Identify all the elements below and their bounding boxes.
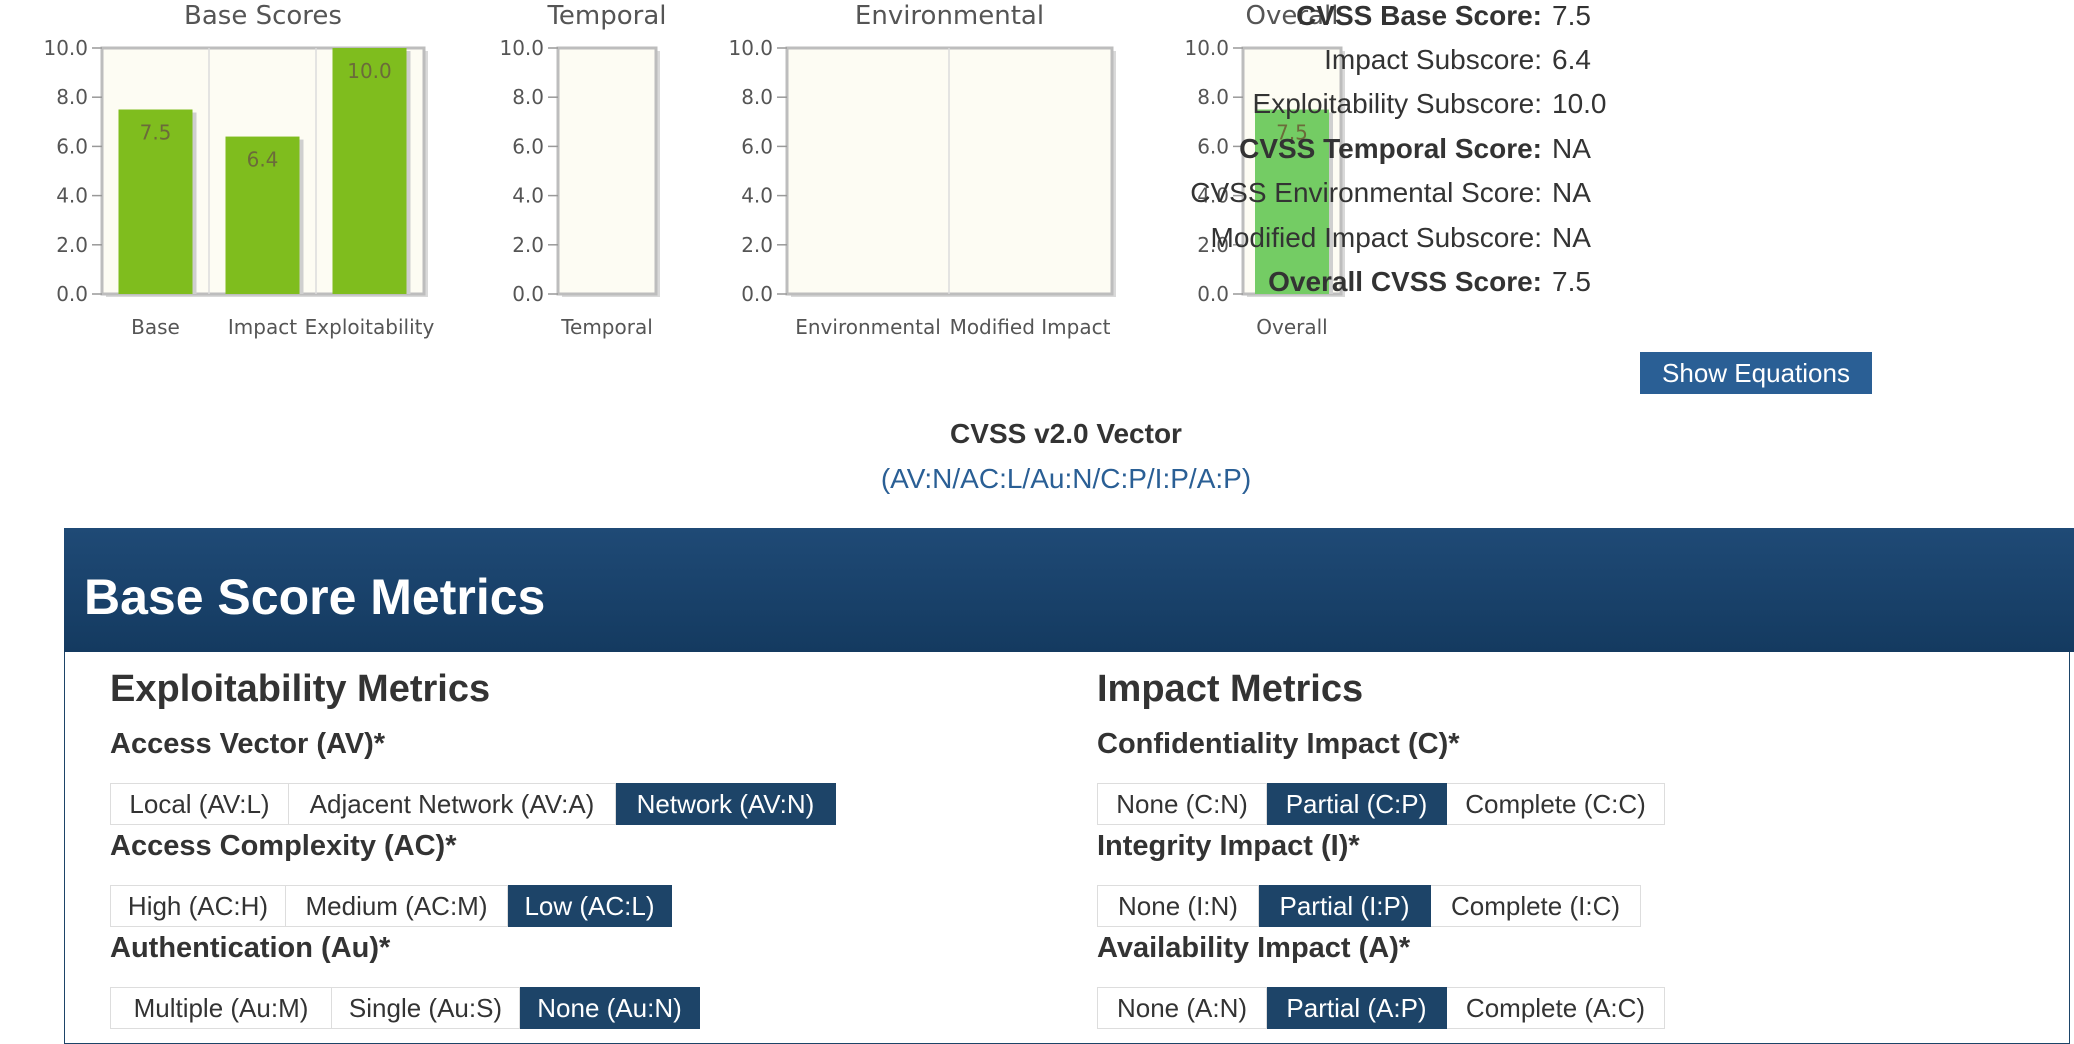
- score-value: NA: [1552, 133, 1591, 164]
- access-vector-options: Local (AV:L) Adjacent Network (AV:A) Net…: [110, 783, 836, 825]
- confidentiality-impact-options: None (C:N) Partial (C:P) Complete (C:C): [1097, 783, 1665, 825]
- metrics-panel-header: Base Score Metrics: [64, 528, 2074, 652]
- exploitability-metrics-title: Exploitability Metrics: [110, 668, 491, 710]
- option-i-complete[interactable]: Complete (I:C): [1431, 885, 1641, 927]
- category-label: Temporal: [560, 315, 653, 339]
- category-label: Base: [131, 315, 180, 339]
- category-label: Impact: [228, 315, 297, 339]
- y-tick-label: 2.0: [741, 233, 773, 257]
- score-row-impact: Impact Subscore: 6.4: [1324, 44, 1850, 84]
- option-av-network[interactable]: Network (AV:N): [616, 783, 836, 825]
- availability-impact-options: None (A:N) Partial (A:P) Complete (A:C): [1097, 987, 1665, 1029]
- access-complexity-options: High (AC:H) Medium (AC:M) Low (AC:L): [110, 885, 672, 927]
- y-tick-label: 2.0: [56, 233, 88, 257]
- option-av-local[interactable]: Local (AV:L): [110, 783, 289, 825]
- y-tick-label: 8.0: [56, 85, 88, 109]
- option-av-adjacent[interactable]: Adjacent Network (AV:A): [289, 783, 616, 825]
- option-c-complete[interactable]: Complete (C:C): [1447, 783, 1665, 825]
- y-tick-label: 2.0: [512, 233, 544, 257]
- score-row-temporal: CVSS Temporal Score: NA: [1239, 133, 1850, 173]
- category-label: Modified Impact: [950, 315, 1111, 339]
- option-a-none[interactable]: None (A:N): [1097, 987, 1267, 1029]
- bar-value-label: 7.5: [140, 121, 172, 145]
- y-tick-label: 4.0: [741, 184, 773, 208]
- score-row-base: CVSS Base Score: 7.5: [1296, 0, 1850, 40]
- y-tick-label: 4.0: [56, 184, 88, 208]
- show-equations-button[interactable]: Show Equations: [1640, 352, 1872, 394]
- chart-1: Base Scores 0.0 2.0 4.0 6.0 8.0 10.0 7.5 Base 6.4…: [43, 1, 434, 339]
- y-tick-label: 6.0: [741, 134, 773, 158]
- option-ac-low[interactable]: Low (AC:L): [508, 885, 672, 927]
- option-a-complete[interactable]: Complete (A:C): [1447, 987, 1665, 1029]
- integrity-impact-title: Integrity Impact (I)*: [1097, 830, 1360, 862]
- y-tick-label: 8.0: [741, 85, 773, 109]
- score-label: Overall CVSS Score:: [1268, 266, 1542, 297]
- score-value: 6.4: [1552, 44, 1591, 75]
- category-label: Overall: [1256, 315, 1327, 339]
- option-i-partial[interactable]: Partial (I:P): [1259, 885, 1431, 927]
- score-value: 10.0: [1552, 88, 1607, 119]
- score-value: 7.5: [1552, 266, 1591, 297]
- score-label: CVSS Temporal Score:: [1239, 133, 1542, 164]
- availability-impact-title: Availability Impact (A)*: [1097, 932, 1411, 964]
- option-a-partial[interactable]: Partial (A:P): [1267, 987, 1447, 1029]
- authentication-title: Authentication (Au)*: [110, 932, 391, 964]
- y-tick-label: 10.0: [728, 36, 773, 60]
- score-label: CVSS Environmental Score:: [1190, 177, 1542, 208]
- bar-value-label: 6.4: [247, 148, 279, 172]
- chart-title: Temporal: [546, 1, 666, 31]
- y-tick-label: 4.0: [512, 184, 544, 208]
- score-value: 7.5: [1552, 0, 1591, 31]
- chart-title: Environmental: [855, 1, 1044, 31]
- score-row-overall: Overall CVSS Score: 7.5: [1268, 266, 1850, 306]
- option-c-partial[interactable]: Partial (C:P): [1267, 783, 1447, 825]
- access-vector-title: Access Vector (AV)*: [110, 728, 386, 760]
- score-value: NA: [1552, 222, 1591, 253]
- y-tick-label: 10.0: [499, 36, 544, 60]
- y-tick-label: 0.0: [1197, 282, 1229, 306]
- y-tick-label: 0.0: [512, 282, 544, 306]
- score-row-exploitability: Exploitability Subscore: 10.0: [1253, 88, 1850, 128]
- score-label: CVSS Base Score:: [1296, 0, 1542, 31]
- y-tick-label: 6.0: [56, 134, 88, 158]
- chart-3: Environmental 0.0 2.0 4.0 6.0 8.0 10.0 Environm…: [728, 1, 1116, 339]
- option-i-none[interactable]: None (I:N): [1097, 885, 1259, 927]
- y-tick-label: 8.0: [1197, 85, 1229, 109]
- y-tick-label: 0.0: [56, 282, 88, 306]
- bar: [332, 48, 407, 294]
- confidentiality-impact-title: Confidentiality Impact (C)*: [1097, 728, 1460, 760]
- option-ac-high[interactable]: High (AC:H): [110, 885, 286, 927]
- score-value: NA: [1552, 177, 1591, 208]
- y-tick-label: 10.0: [43, 36, 88, 60]
- score-row-environmental: CVSS Environmental Score: NA: [1190, 177, 1850, 217]
- metrics-panel-title: Base Score Metrics: [84, 569, 546, 625]
- y-tick-label: 6.0: [1197, 134, 1229, 158]
- y-tick-label: 0.0: [741, 282, 773, 306]
- option-au-none[interactable]: None (Au:N): [520, 987, 700, 1029]
- score-label: Exploitability Subscore:: [1252, 88, 1542, 119]
- option-c-none[interactable]: None (C:N): [1097, 783, 1267, 825]
- category-label: Environmental: [795, 315, 941, 339]
- chart-2: Temporal0.02.04.06.08.010.0Temporal: [499, 1, 666, 339]
- access-complexity-title: Access Complexity (AC)*: [110, 830, 457, 862]
- y-tick-label: 10.0: [1184, 36, 1229, 60]
- y-tick-label: 6.0: [512, 134, 544, 158]
- category-label: Exploitability: [305, 315, 435, 339]
- option-au-multiple[interactable]: Multiple (Au:M): [110, 987, 332, 1029]
- impact-metrics-title: Impact Metrics: [1097, 668, 1364, 710]
- plot-area: [556, 46, 658, 296]
- chart-title: Base Scores: [184, 1, 342, 31]
- authentication-options: Multiple (Au:M) Single (Au:S) None (Au:N…: [110, 987, 700, 1029]
- option-ac-medium[interactable]: Medium (AC:M): [286, 885, 508, 927]
- option-au-single[interactable]: Single (Au:S): [332, 987, 520, 1029]
- score-label: Modified Impact Subscore:: [1210, 222, 1543, 253]
- bar-value-label: 10.0: [347, 59, 392, 83]
- y-tick-label: 8.0: [512, 85, 544, 109]
- score-label: Impact Subscore:: [1324, 44, 1542, 75]
- score-row-modified-impact: Modified Impact Subscore: NA: [1211, 222, 1850, 262]
- vector-heading: CVSS v2.0 Vector: [950, 418, 1182, 449]
- vector-link[interactable]: (AV:N/AC:L/Au:N/C:P/I:P/A:P): [816, 463, 1316, 495]
- integrity-impact-options: None (I:N) Partial (I:P) Complete (I:C): [1097, 885, 1641, 927]
